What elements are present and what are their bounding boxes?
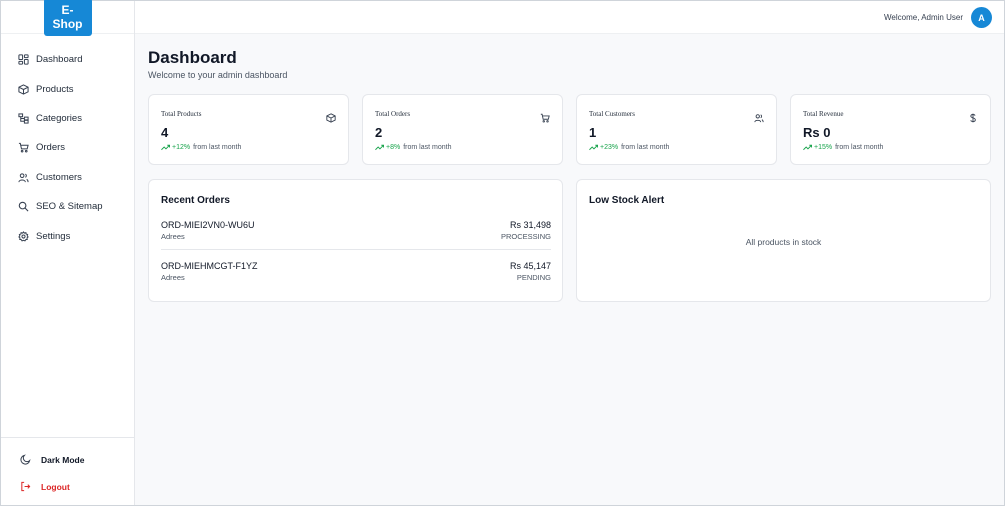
trending-up-icon: [161, 144, 170, 151]
stat-change: +15% from last month: [803, 144, 883, 151]
sidebar-item-orders[interactable]: Orders: [1, 133, 134, 162]
stat-change-percent: +15%: [814, 144, 833, 151]
order-amount: Rs 45,147: [509, 261, 551, 271]
order-status: PENDING: [516, 273, 551, 282]
stat-change-percent: +8%: [386, 144, 401, 151]
sidebar-item-products[interactable]: Products: [1, 74, 134, 103]
low-stock-panel: Low Stock Alert All products in stock: [576, 179, 991, 302]
package-icon: [18, 83, 29, 95]
order-id: ORD-MIEI2VN0-WU6U: [161, 220, 255, 230]
stat-change: +12% from last month: [161, 144, 241, 151]
stat-change-suffix: from last month: [403, 144, 452, 151]
search-icon: [18, 201, 29, 212]
stat-title: Total Orders: [375, 110, 411, 118]
order-row[interactable]: ORD-MIEI2VN0-WU6U Adrees Rs 31,498 PROCE…: [161, 218, 551, 250]
dashboard-icon: [18, 54, 29, 65]
dollar-icon: [968, 110, 978, 123]
sidebar-item-categories[interactable]: Categories: [1, 104, 134, 133]
trending-up-icon: [803, 144, 812, 151]
logout-icon: [20, 481, 31, 492]
panel-title: Low Stock Alert: [589, 195, 665, 206]
main-content: Dashboard Welcome to your admin dashboar…: [135, 34, 1004, 505]
stat-change-percent: +23%: [600, 144, 619, 151]
stat-title: Total Revenue: [803, 110, 844, 118]
gear-icon: [18, 230, 29, 242]
stat-card-total-revenue: Total Revenue Rs 0 +15% from last month: [790, 94, 991, 165]
stat-change-suffix: from last month: [835, 144, 884, 151]
stat-title: Total Products: [161, 110, 202, 118]
cart-icon: [18, 142, 29, 153]
sidebar-item-dashboard[interactable]: Dashboard: [1, 45, 134, 74]
stat-value: 1: [589, 125, 597, 140]
trending-up-icon: [589, 144, 598, 151]
package-icon: [326, 110, 336, 123]
page-title: Dashboard: [148, 48, 237, 67]
app-window: E-Shop Dashboard Products Categories Ord…: [0, 0, 1005, 506]
sidebar-nav: Dashboard Products Categories Orders Cus…: [1, 45, 134, 251]
stat-change-suffix: from last month: [193, 144, 242, 151]
sidebar-item-label: Dashboard: [36, 54, 83, 66]
categories-icon: [18, 113, 29, 124]
users-icon: [754, 110, 764, 123]
cart-icon: [540, 110, 550, 123]
brand-logo[interactable]: E-Shop: [43, 0, 92, 36]
order-id: ORD-MIEHMCGT-F1YZ: [161, 261, 258, 271]
panel-title: Recent Orders: [161, 195, 230, 206]
stat-change: +23% from last month: [589, 144, 669, 151]
sidebar-footer: Dark Mode Logout: [1, 437, 134, 505]
sidebar-item-customers[interactable]: Customers: [1, 163, 134, 192]
stat-change: +8% from last month: [375, 144, 451, 151]
page-subtitle: Welcome to your admin dashboard: [148, 70, 288, 80]
stock-status-message: All products in stock: [745, 237, 822, 247]
order-row[interactable]: ORD-MIEHMCGT-F1YZ Adrees Rs 45,147 PENDI…: [161, 259, 551, 289]
sidebar-item-seo-sitemap[interactable]: SEO & Sitemap: [1, 192, 134, 221]
dark-mode-label: Dark Mode: [41, 454, 85, 465]
stat-card-total-products: Total Products 4 +12% from last month: [148, 94, 349, 165]
order-status: PROCESSING: [500, 232, 551, 241]
logout-label: Logout: [41, 481, 70, 492]
sidebar-item-label: Settings: [36, 230, 71, 242]
order-customer: Adrees: [161, 273, 185, 282]
logo-area: E-Shop: [1, 0, 134, 36]
sidebar-item-label: Customers: [36, 171, 82, 183]
sidebar-item-label: Categories: [36, 112, 82, 124]
sidebar-item-label: SEO & Sitemap: [36, 201, 103, 213]
stat-value: 2: [375, 125, 383, 140]
sidebar-item-label: Products: [36, 83, 74, 95]
stat-value: Rs 0: [803, 125, 831, 140]
order-customer: Adrees: [161, 232, 185, 241]
sidebar-item-label: Orders: [36, 142, 66, 154]
moon-icon: [20, 454, 31, 465]
order-amount: Rs 31,498: [509, 220, 551, 230]
avatar[interactable]: A: [971, 7, 992, 28]
stat-change-suffix: from last month: [621, 144, 670, 151]
stat-card-total-customers: Total Customers 1 +23% from last month: [576, 94, 777, 165]
recent-orders-panel: Recent Orders ORD-MIEI2VN0-WU6U Adrees R…: [148, 179, 563, 302]
logout-button[interactable]: Logout: [1, 473, 134, 500]
stat-change-percent: +12%: [172, 144, 191, 151]
top-header: Welcome, Admin User A: [135, 1, 1004, 34]
dark-mode-toggle[interactable]: Dark Mode: [1, 446, 134, 473]
trending-up-icon: [375, 144, 384, 151]
stat-title: Total Customers: [589, 110, 635, 118]
sidebar-item-settings[interactable]: Settings: [1, 221, 134, 250]
stat-card-total-orders: Total Orders 2 +8% from last month: [362, 94, 563, 165]
users-icon: [18, 172, 29, 183]
sidebar: E-Shop Dashboard Products Categories Ord…: [1, 0, 135, 505]
welcome-text: Welcome, Admin User: [884, 13, 963, 22]
stat-value: 4: [161, 125, 169, 140]
